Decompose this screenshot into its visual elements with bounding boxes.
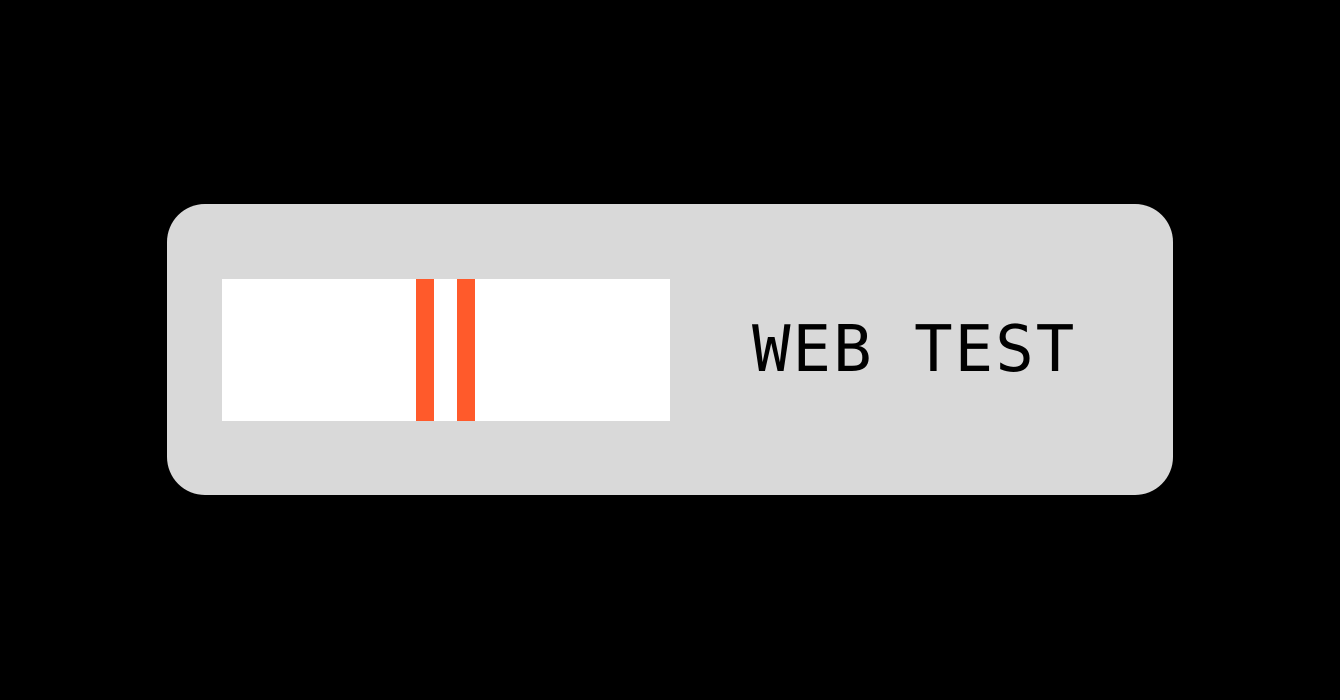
web-test-card: WEB TEST <box>167 204 1173 495</box>
web-test-title: WEB TEST <box>752 313 1077 387</box>
test-line-1 <box>416 279 434 421</box>
test-line-2 <box>457 279 475 421</box>
page-background: WEB TEST <box>0 0 1340 700</box>
test-strip-icon <box>222 279 670 421</box>
